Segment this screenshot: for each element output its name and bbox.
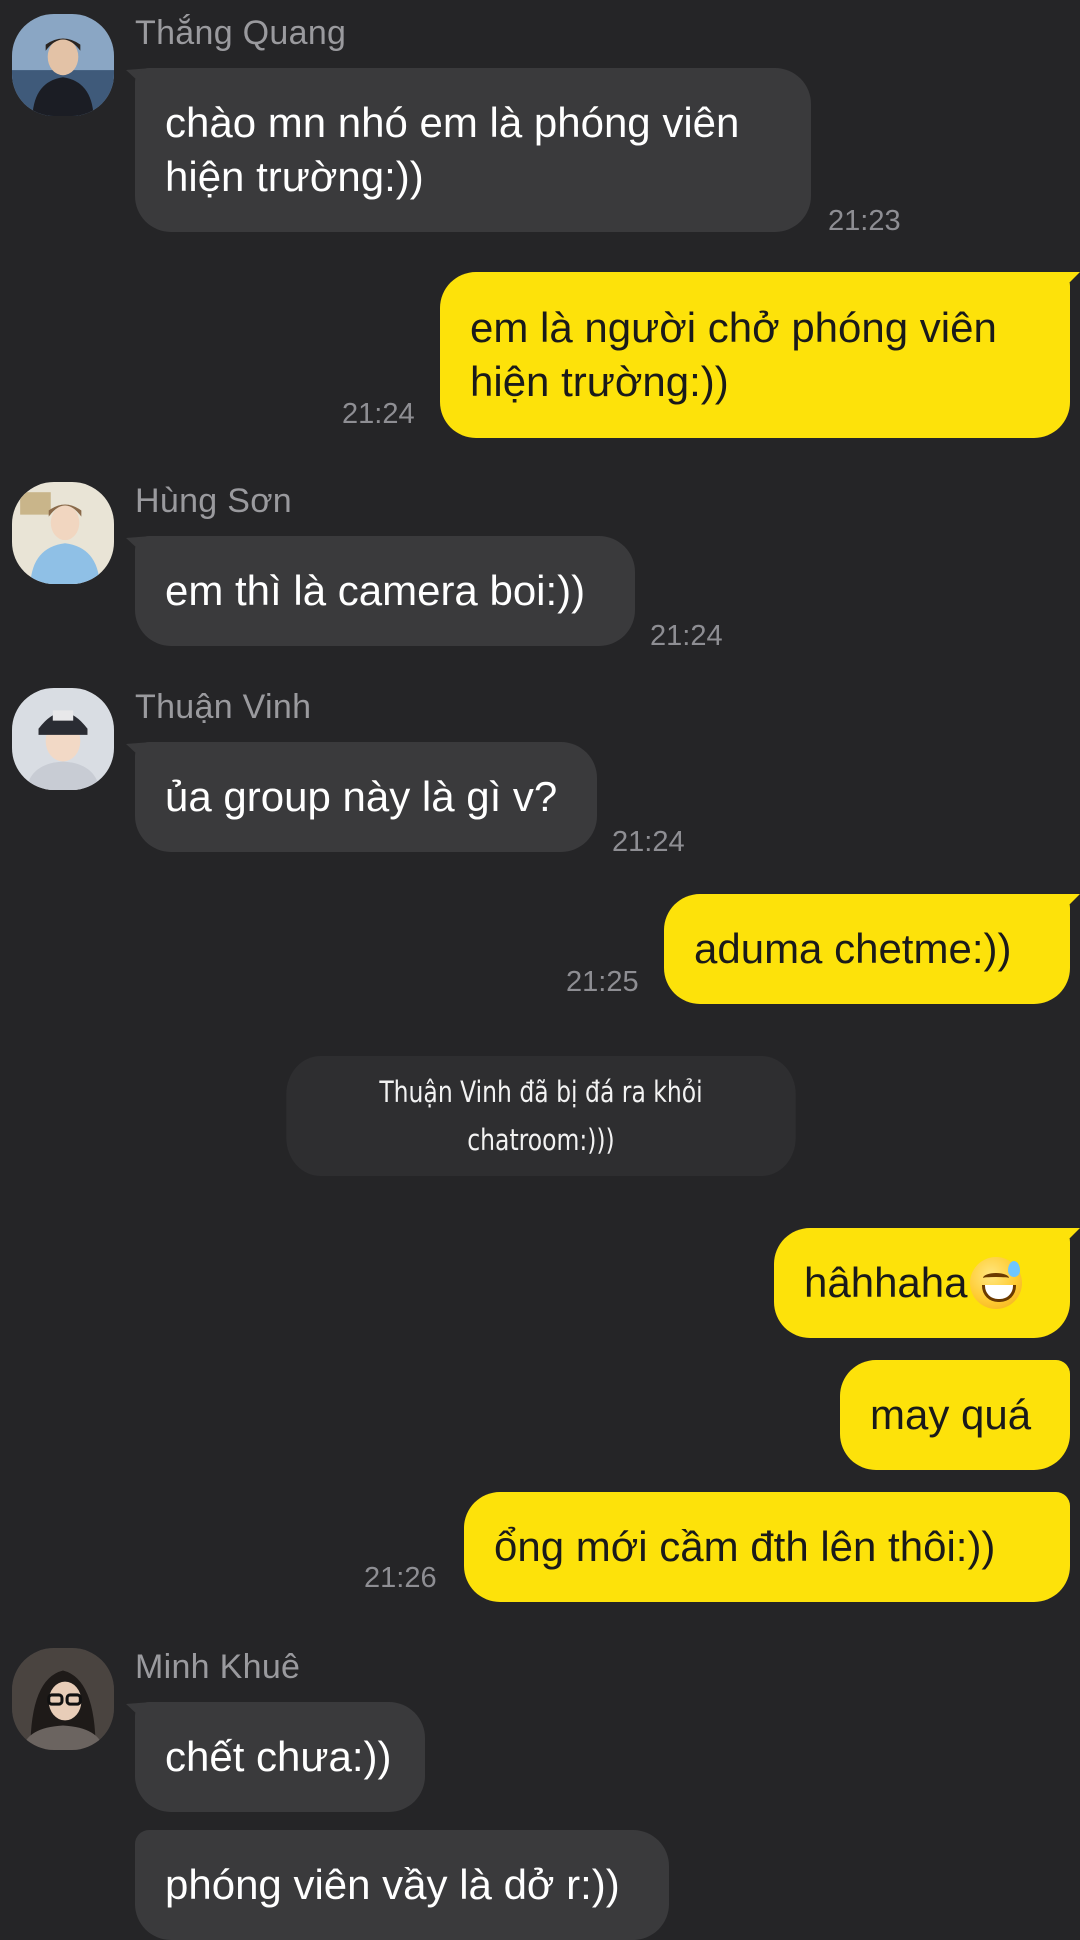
message-bubble[interactable]: em là người chở phóng viên hiện trường:)… <box>440 272 1070 438</box>
message-time: 21:25 <box>566 966 639 998</box>
avatar-photo-icon <box>12 14 114 116</box>
message-text: hâhhaha <box>804 1259 968 1306</box>
message-text: em thì là camera boi:)) <box>165 567 586 614</box>
sender-name: Thuận Vinh <box>135 688 312 726</box>
avatar-minh-khue[interactable] <box>12 1648 114 1750</box>
message-text: em là người chở phóng viên hiện trường:)… <box>470 304 997 405</box>
message-time: 21:24 <box>342 398 415 430</box>
system-notice: Thuận Vinh đã bị đá ra khỏi chatroom:))) <box>286 1056 796 1176</box>
message-text: chào mn nhó em là phóng viên hiện trường… <box>165 99 740 200</box>
avatar-thuan-vinh[interactable] <box>12 688 114 790</box>
bubble-tail <box>1054 272 1080 298</box>
bubble-tail <box>1054 894 1080 920</box>
message-bubble[interactable]: phóng viên vầy là dở r:)) <box>135 1830 669 1940</box>
message-time: 21:24 <box>650 620 723 652</box>
message-bubble[interactable]: chết chưa:)) <box>135 1702 425 1812</box>
message-time: 21:26 <box>364 1562 437 1594</box>
sender-name: Hùng Sơn <box>135 482 293 520</box>
avatar-photo-icon <box>12 1648 114 1750</box>
sender-name: Minh Khuê <box>135 1648 301 1686</box>
avatar-thang-quang[interactable] <box>12 14 114 116</box>
message-bubble[interactable]: aduma chetme:)) <box>664 894 1070 1004</box>
sweat-smile-emoji-icon <box>969 1257 1022 1309</box>
message-text: ổng mới cầm đth lên thôi:)) <box>494 1523 996 1570</box>
message-text: ủa group này là gì v? <box>165 773 558 820</box>
avatar-hung-son[interactable] <box>12 482 114 584</box>
message-bubble[interactable]: em thì là camera boi:)) <box>135 536 635 646</box>
message-bubble[interactable]: ủa group này là gì v? <box>135 742 597 852</box>
message-bubble[interactable]: ổng mới cầm đth lên thôi:)) <box>464 1492 1070 1602</box>
avatar-photo-icon <box>12 688 114 790</box>
message-text: phóng viên vầy là dở r:)) <box>165 1861 620 1908</box>
sender-name: Thắng Quang <box>135 14 347 52</box>
notice-text: Thuận Vinh đã bị đá ra khỏi chatroom:))) <box>379 1075 703 1157</box>
message-bubble[interactable]: hâhhaha <box>774 1228 1070 1338</box>
message-time: 21:24 <box>612 826 685 858</box>
message-text: aduma chetme:)) <box>694 925 1012 972</box>
message-text: may quá <box>870 1391 1032 1438</box>
avatar-photo-icon <box>12 482 114 584</box>
message-bubble[interactable]: may quá <box>840 1360 1070 1470</box>
message-time: 21:23 <box>828 205 901 237</box>
message-bubble[interactable]: chào mn nhó em là phóng viên hiện trường… <box>135 68 811 232</box>
bubble-tail <box>1054 1228 1080 1254</box>
message-text: chết chưa:)) <box>165 1733 392 1780</box>
